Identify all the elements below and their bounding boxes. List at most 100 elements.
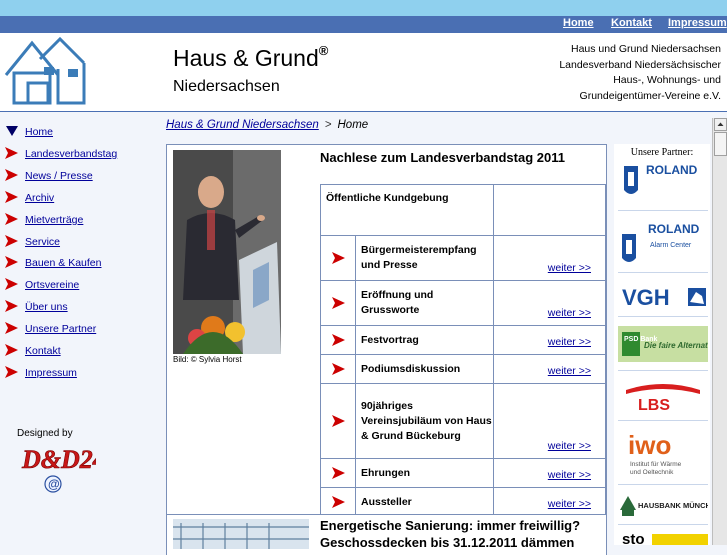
sidebar-item-label: Mietverträge [25,214,84,226]
sidebar-item[interactable]: Home [0,123,150,139]
program-table: Öffentliche Kundgebung Bürgermeisterempf… [320,184,606,517]
sidebar-item-label: Impressum [25,367,77,379]
arrow-right-icon [5,235,18,247]
sidebar-item-label: Service [25,236,61,248]
triangle-down-icon [6,126,18,136]
program-row: Aussteller weiter >> [320,487,606,517]
svg-text:@: @ [48,477,60,491]
breadcrumb-root[interactable]: Haus & Grund Niedersachsen [166,119,319,131]
sidebar-item-label: Kontakt [25,345,61,357]
weiter-link[interactable]: weiter >> [548,307,591,319]
arrow-right-icon [331,334,345,346]
arrow-right-icon [5,366,18,378]
svg-text:Die faire Alternative.: Die faire Alternative. [644,341,708,350]
program-row: Ehrungen weiter >> [320,458,606,488]
weiter-link[interactable]: weiter >> [548,440,591,452]
program-row-title: Bürgermeisterempfang und Presse [355,235,494,281]
program-header: Öffentliche Kundgebung [320,184,494,236]
partner-logo-sto[interactable]: sto [618,530,708,548]
arrow-right-icon [331,297,345,309]
program-row: Eröffnung und Grussworte weiter >> [320,280,606,326]
nav-home[interactable]: Home [563,17,594,29]
arrow-right-icon [331,415,345,427]
arrow-right-icon [331,467,345,479]
partner-logo-psd-bank[interactable]: PSD Bank Die faire Alternative. [618,324,721,364]
arrow-right-icon [331,252,345,264]
arrow-right-icon [5,322,18,334]
designer-logo[interactable]: D&D24 @ [20,442,106,497]
sidebar-item[interactable]: Landesverbandstag [0,145,150,161]
partner-logo-roland-alarm[interactable]: ROLAND Alarm Center [618,220,708,268]
svg-text:ROLAND: ROLAND [648,222,700,236]
sidebar-item[interactable]: Mietverträge [0,211,150,227]
arrow-right-icon [331,363,345,375]
partner-logo-vgh[interactable]: VGH [618,282,708,312]
sidebar-item-label: Archiv [25,192,55,204]
arrow-right-icon [5,344,18,356]
sidebar-item[interactable]: Kontakt [0,342,150,358]
program-row-title: Podiumsdiskussion [355,354,494,384]
svg-text:VGH: VGH [622,285,670,310]
sidebar-item[interactable]: Impressum [0,364,150,380]
svg-text:LBS: LBS [638,397,670,414]
sidebar-item[interactable]: Über uns [0,298,150,314]
weiter-link[interactable]: weiter >> [548,262,591,274]
arrow-right-icon [5,169,18,181]
arrow-right-icon [5,278,18,290]
partner-logo-iwo[interactable]: iwo Institut für Wärme und Oeltechnik [618,428,708,480]
sidebar-item[interactable]: Unsere Partner [0,320,150,336]
arrow-right-icon [5,191,18,203]
program-row: 90jähriges Vereinsjubiläum von Haus & Gr… [320,383,606,459]
arrow-right-icon [5,147,18,159]
brand-subtitle: Niedersachsen [173,78,280,95]
weiter-link[interactable]: weiter >> [548,336,591,348]
sidebar-item-label: Über uns [25,301,68,313]
house-logo-icon[interactable] [4,36,90,108]
photo-caption: Bild: © Sylvia Horst [173,355,242,364]
page-scrollbar[interactable] [712,118,727,545]
scroll-thumb[interactable] [714,132,727,156]
partners-heading: Unsere Partner: [630,147,694,158]
arrow-right-icon [331,496,345,508]
header: Haus & Grund® Niedersachsen Haus und Gru… [0,33,727,112]
nav-impressum[interactable]: Impressum [668,17,727,29]
program-row-title: Aussteller [355,487,494,517]
partner-logo-roland[interactable]: ROLAND [618,162,708,206]
arrow-right-icon [5,213,18,225]
org-description: Haus und Grund Niedersachsen Landesverba… [559,43,721,102]
program-row-title: Festvortrag [355,325,494,355]
sidebar-item[interactable]: Service [0,233,150,249]
sidebar-item-label: News / Presse [25,170,93,182]
weiter-link[interactable]: weiter >> [548,469,591,481]
weiter-link[interactable]: weiter >> [548,498,591,510]
partner-logo-hausbank[interactable]: HAUSBANK MÜNCHEN [618,490,721,520]
breadcrumb-separator: > [324,119,332,131]
scroll-up-button[interactable] [714,118,727,131]
partner-logo-lbs[interactable]: LBS [618,378,708,414]
sidebar-item-label: Home [25,126,54,138]
svg-text:iwo: iwo [628,430,671,460]
sidebar-item-label: Unsere Partner [25,323,97,335]
weiter-link[interactable]: weiter >> [548,365,591,377]
top-nav: Home Kontakt Impressum [0,16,727,33]
sidebar-item[interactable]: Archiv [0,189,150,205]
arrow-right-icon [5,300,18,312]
sidebar-item-label: Bauen & Kaufen [25,257,102,269]
article-title[interactable]: Nachlese zum Landesverbandstag 2011 [320,150,565,165]
designed-by-label: Designed by [17,428,73,439]
breadcrumb-current: Home [337,119,369,131]
program-row: Podiumsdiskussion weiter >> [320,354,606,384]
svg-text:Alarm Center: Alarm Center [650,242,692,249]
nav-kontakt[interactable]: Kontakt [611,17,652,29]
event-photo[interactable] [173,150,281,354]
partners-panel: Unsere Partner: ROLAND ROLAND Alarm Cent… [614,144,721,548]
sidebar-item[interactable]: Ortsvereine [0,276,150,292]
svg-text:sto: sto [622,531,645,545]
svg-text:und Oeltechnik: und Oeltechnik [630,469,674,476]
second-article-title[interactable]: Energetische Sanierung: immer freiwillig… [320,517,590,551]
sidebar-item[interactable]: News / Presse [0,167,150,183]
sidebar-item[interactable]: Bauen & Kaufen [0,254,150,270]
sidebar-item-label: Ortsvereine [25,279,80,291]
arrow-right-icon [5,256,18,268]
program-row-title: Eröffnung und Grussworte [355,280,494,326]
